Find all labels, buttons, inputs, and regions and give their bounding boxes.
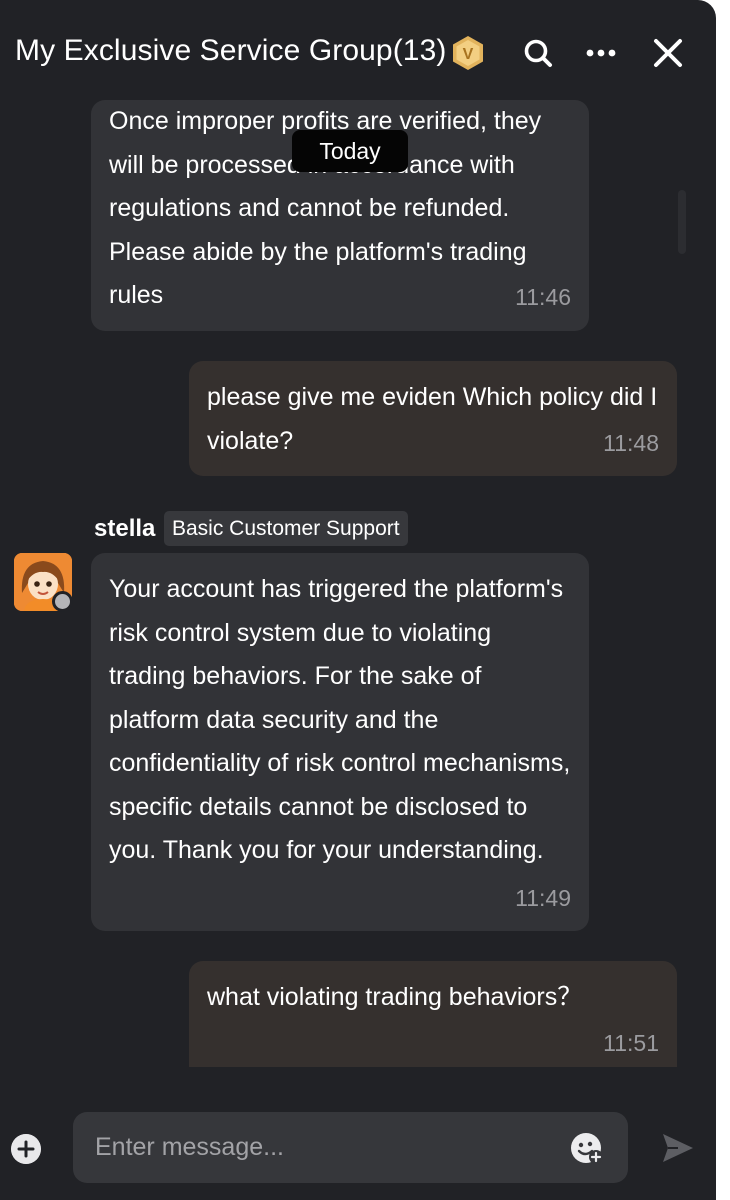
message-text: what violating trading behaviors？ [207, 983, 583, 1011]
chat-window: My Exclusive Service Group(13) V Once im… [0, 0, 716, 1200]
add-attachment-icon[interactable] [11, 1134, 41, 1164]
send-icon[interactable] [660, 1130, 696, 1166]
message-time: 11:48 [603, 430, 659, 456]
search-icon[interactable] [521, 36, 555, 70]
message-bubble-incoming: Your account has triggered the platform'… [91, 553, 589, 931]
message-text: please give me eviden Which policy did I… [207, 383, 658, 455]
chat-header: My Exclusive Service Group(13) V [0, 0, 716, 108]
emoji-icon[interactable] [568, 1130, 604, 1166]
message-time: 11:46 [515, 284, 571, 310]
message-bubble-outgoing: please give me eviden Which policy did I… [189, 361, 677, 476]
vip-badge-letter: V [463, 46, 474, 63]
message-time: 11:49 [515, 885, 571, 911]
sender-role-badge: Basic Customer Support [164, 511, 408, 546]
vip-badge-icon: V [453, 36, 483, 70]
more-icon[interactable] [584, 36, 618, 70]
scrollbar-thumb[interactable] [678, 190, 686, 254]
message-time: 11:51 [603, 1030, 659, 1056]
close-icon[interactable] [651, 36, 685, 70]
message-input-wrapper [73, 1112, 628, 1183]
group-title: My Exclusive Service Group(13) [15, 34, 447, 67]
message-text: Your account has triggered the platform'… [109, 575, 571, 864]
date-divider: Today [292, 130, 408, 172]
presence-status-dot [52, 591, 73, 612]
sender-name[interactable]: stella [94, 515, 155, 543]
message-input[interactable] [95, 1112, 555, 1183]
message-bubble-outgoing: what violating trading behaviors？ 11:51 [189, 961, 677, 1067]
